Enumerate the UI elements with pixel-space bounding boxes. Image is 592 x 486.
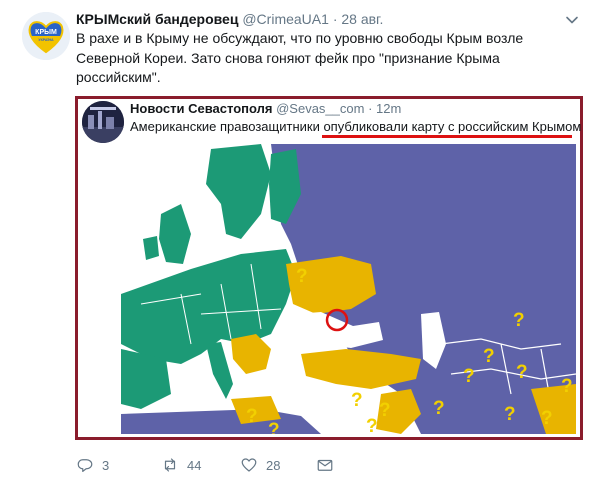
- question-mark: ?: [296, 266, 308, 287]
- separator-dot: ·: [332, 11, 338, 27]
- direct-message-button[interactable]: [316, 456, 334, 474]
- question-mark: ?: [483, 346, 495, 367]
- quoted-author-name: Новости Севастополя: [130, 101, 273, 116]
- reply-button[interactable]: 3: [76, 456, 109, 474]
- tweet-date[interactable]: 28 авг.: [341, 11, 383, 27]
- tweet: КРЫМ УКРАЇНА КРЫМский бандеровец @Crimea…: [0, 0, 592, 486]
- svg-text:КРЫМ: КРЫМ: [35, 29, 57, 36]
- tweet-actions: 3 44 28: [76, 456, 376, 478]
- highlight-underline: [322, 135, 572, 138]
- question-mark: ?: [433, 398, 445, 419]
- author-name[interactable]: КРЫМский бандеровец: [76, 11, 238, 27]
- reply-icon: [77, 459, 93, 472]
- quoted-tweet-image[interactable]: Новости Севастополя @Sevas__com · 12m Ам…: [75, 96, 583, 440]
- tweet-text: В рахе и в Крыму не обсуждают, что по ур…: [76, 30, 524, 85]
- freedom-map: ? ? ? ? ? ? ? ? ? ? ? ? ? ?: [121, 144, 576, 434]
- heart-icon: [241, 458, 257, 472]
- question-mark: ?: [246, 406, 258, 427]
- question-mark: ?: [268, 420, 280, 434]
- quoted-time: 12m: [376, 101, 402, 116]
- retweet-button[interactable]: 44: [161, 456, 201, 474]
- question-mark: ?: [541, 408, 553, 429]
- reply-count: 3: [102, 457, 110, 473]
- quoted-author-handle: @Sevas__com: [276, 101, 365, 116]
- quoted-text: Американские правозащитники опубликовали…: [130, 119, 582, 134]
- tweet-header: КРЫМский бандеровец @CrimeaUA1 · 28 авг.: [76, 11, 383, 27]
- author-handle[interactable]: @CrimeaUA1: [242, 11, 329, 27]
- question-mark: ?: [463, 366, 475, 387]
- question-mark: ?: [351, 390, 363, 411]
- chevron-down-icon[interactable]: [564, 12, 580, 28]
- question-mark: ?: [366, 416, 378, 434]
- like-button[interactable]: 28: [240, 456, 280, 474]
- like-count: 28: [266, 457, 281, 473]
- svg-text:УКРАЇНА: УКРАЇНА: [38, 38, 54, 42]
- crimea-heart-logo-icon: КРЫМ УКРАЇНА: [22, 12, 70, 60]
- author-avatar[interactable]: КРЫМ УКРАЇНА: [22, 12, 70, 60]
- city-photo-icon: [82, 101, 124, 143]
- quoted-separator: ·: [368, 101, 373, 116]
- quoted-header: Новости Севастополя @Sevas__com · 12m: [130, 101, 401, 116]
- question-mark: ?: [504, 404, 516, 425]
- question-mark: ?: [561, 376, 573, 397]
- envelope-icon: [317, 459, 333, 471]
- question-mark: ?: [516, 362, 528, 383]
- retweet-count: 44: [187, 457, 202, 473]
- quoted-author-avatar: [82, 101, 124, 143]
- retweet-icon: [164, 458, 176, 472]
- question-mark: ?: [379, 400, 391, 421]
- world-map-graphic: ? ? ? ? ? ? ? ? ? ? ? ? ? ?: [121, 144, 576, 434]
- question-mark: ?: [513, 310, 525, 331]
